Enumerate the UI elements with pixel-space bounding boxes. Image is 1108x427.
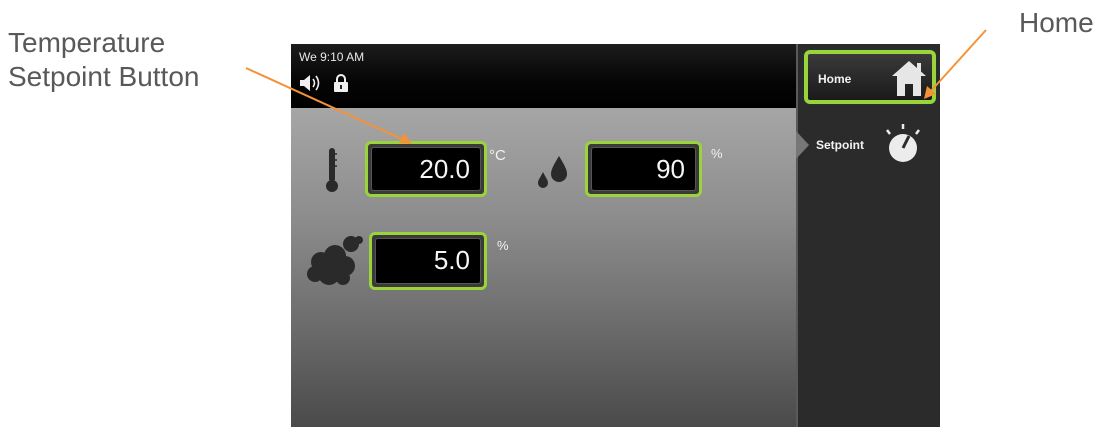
home-button-label: Home — [818, 72, 852, 86]
annotated-screenshot: Temperature Setpoint Button Home We 9:10… — [0, 0, 1108, 427]
status-day-time: We 9:10 AM — [299, 50, 365, 64]
temperature-setpoint-annotation: Temperature Setpoint Button — [8, 26, 199, 94]
home-button[interactable]: Home — [804, 50, 936, 104]
status-bar: We 9:10 AM — [291, 44, 796, 108]
gas-cloud-icon — [305, 232, 365, 293]
setpoint-label: Setpoint — [816, 138, 864, 152]
house-icon — [890, 58, 928, 103]
annotation-line-1: Temperature — [8, 27, 166, 58]
humidity-value: 90 — [591, 147, 696, 191]
annotation-line-2: Setpoint Button — [8, 61, 200, 92]
setpoint-menu-item[interactable]: Setpoint — [796, 116, 940, 172]
co2-unit: % — [497, 238, 509, 253]
dial-icon — [882, 122, 924, 171]
humidity-setpoint-button[interactable]: 90 — [585, 141, 702, 197]
co2-setpoint-button[interactable]: 5.0 — [369, 232, 487, 290]
thermometer-icon — [323, 146, 341, 199]
water-drops-icon — [533, 152, 573, 197]
temperature-unit: °C — [489, 147, 506, 164]
home-annotation: Home — [1019, 7, 1094, 38]
co2-value: 5.0 — [375, 238, 481, 284]
temperature-value: 20.0 — [371, 147, 481, 191]
lock-icon[interactable] — [333, 73, 349, 98]
temperature-setpoint-button[interactable]: 20.0 — [365, 141, 487, 197]
selected-pointer-icon — [796, 131, 810, 164]
side-panel: Home Setpoint — [796, 44, 940, 427]
device-screen: We 9:10 AM 20.0 °C 90 % 5.0 % Home Setpo… — [291, 44, 940, 427]
humidity-unit: % — [711, 146, 723, 161]
status-icons — [299, 73, 349, 98]
speaker-icon[interactable] — [299, 74, 323, 97]
